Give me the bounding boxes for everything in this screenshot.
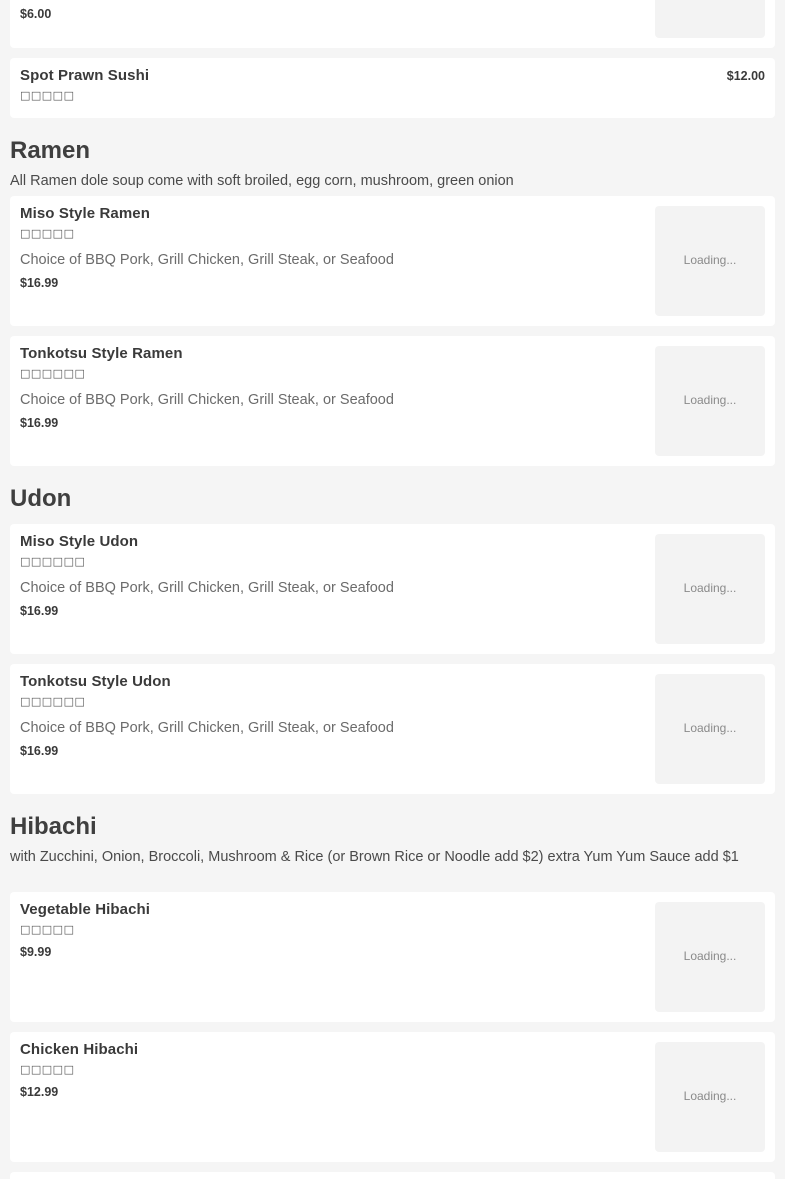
section-description-hibachi: with Zucchini, Onion, Broccoli, Mushroom… <box>10 849 739 865</box>
menu-item-card[interactable]: Miso Style Udon □□□□□□ Choice of BBQ Por… <box>10 524 775 654</box>
section-description-ramen: All Ramen dole soup come with soft broil… <box>10 173 514 189</box>
section-title-hibachi: Hibachi <box>10 813 97 840</box>
item-name: Tonkotsu Style Ramen <box>20 345 183 362</box>
image-loading-text: Loading... <box>683 393 737 407</box>
item-name: Miso Style Udon <box>20 533 139 550</box>
menu-item-card[interactable]: Spot Prawn Sushi □□□□□ $12.00 <box>10 58 775 118</box>
menu-item-card[interactable]: Tonkotsu Style Ramen □□□□□□ Choice of BB… <box>10 336 775 466</box>
item-description: Choice of BBQ Pork, Grill Chicken, Grill… <box>20 252 394 268</box>
item-image-placeholder: Loading... <box>655 674 765 784</box>
item-name: Chicken Hibachi <box>20 1041 139 1058</box>
section-title-udon: Udon <box>10 485 72 512</box>
item-image-placeholder: Loading... <box>655 1042 765 1152</box>
menu-item-card[interactable]: Chicken Hibachi □□□□□ $12.99 Loading... <box>10 1032 775 1162</box>
image-loading-text: Loading... <box>683 581 737 595</box>
menu-item-card[interactable]: Tonkotsu Style Udon □□□□□□ Choice of BBQ… <box>10 664 775 794</box>
section-title-ramen: Ramen <box>10 137 91 164</box>
image-loading-text: Loading... <box>683 721 737 735</box>
item-name: Miso Style Ramen <box>20 205 150 222</box>
item-tag-glyphs: □□□□□ <box>20 1063 75 1076</box>
item-tag-glyphs: □□□□□ <box>20 227 75 240</box>
item-price: $16.99 <box>20 744 59 758</box>
item-image-placeholder: Loading... <box>655 902 765 1012</box>
item-tag-glyphs: □□□□□□ <box>20 555 86 568</box>
item-image-placeholder <box>655 0 765 38</box>
item-description: Choice of BBQ Pork, Grill Chicken, Grill… <box>20 720 394 736</box>
menu-item-card[interactable]: $6.00 <box>10 0 775 48</box>
item-price: $16.99 <box>20 416 59 430</box>
item-tag-glyphs: □□□□□□ <box>20 695 86 708</box>
item-price: $12.00 <box>726 69 765 83</box>
menu-item-card[interactable]: Vegetable Hibachi □□□□□ $9.99 Loading... <box>10 892 775 1022</box>
image-loading-text: Loading... <box>683 949 737 963</box>
item-price: $16.99 <box>20 604 59 618</box>
item-tag-glyphs: □□□□□□ <box>20 367 86 380</box>
image-loading-text: Loading... <box>683 253 737 267</box>
item-description: Choice of BBQ Pork, Grill Chicken, Grill… <box>20 392 394 408</box>
item-name: Vegetable Hibachi <box>20 901 151 918</box>
item-price: $6.00 <box>20 7 52 21</box>
image-loading-text: Loading... <box>683 1089 737 1103</box>
item-price: $12.99 <box>20 1085 59 1099</box>
menu-item-card[interactable]: Miso Style Ramen □□□□□ Choice of BBQ Por… <box>10 196 775 326</box>
item-name: Tonkotsu Style Udon <box>20 673 171 690</box>
item-price: $16.99 <box>20 276 59 290</box>
item-tag-glyphs: □□□□□ <box>20 89 75 102</box>
menu-item-card[interactable] <box>10 1172 775 1179</box>
item-image-placeholder: Loading... <box>655 346 765 456</box>
item-tag-glyphs: □□□□□ <box>20 923 75 936</box>
item-image-placeholder: Loading... <box>655 206 765 316</box>
item-price: $9.99 <box>20 945 52 959</box>
item-description: Choice of BBQ Pork, Grill Chicken, Grill… <box>20 580 394 596</box>
item-name: Spot Prawn Sushi <box>20 67 150 84</box>
item-image-placeholder: Loading... <box>655 534 765 644</box>
